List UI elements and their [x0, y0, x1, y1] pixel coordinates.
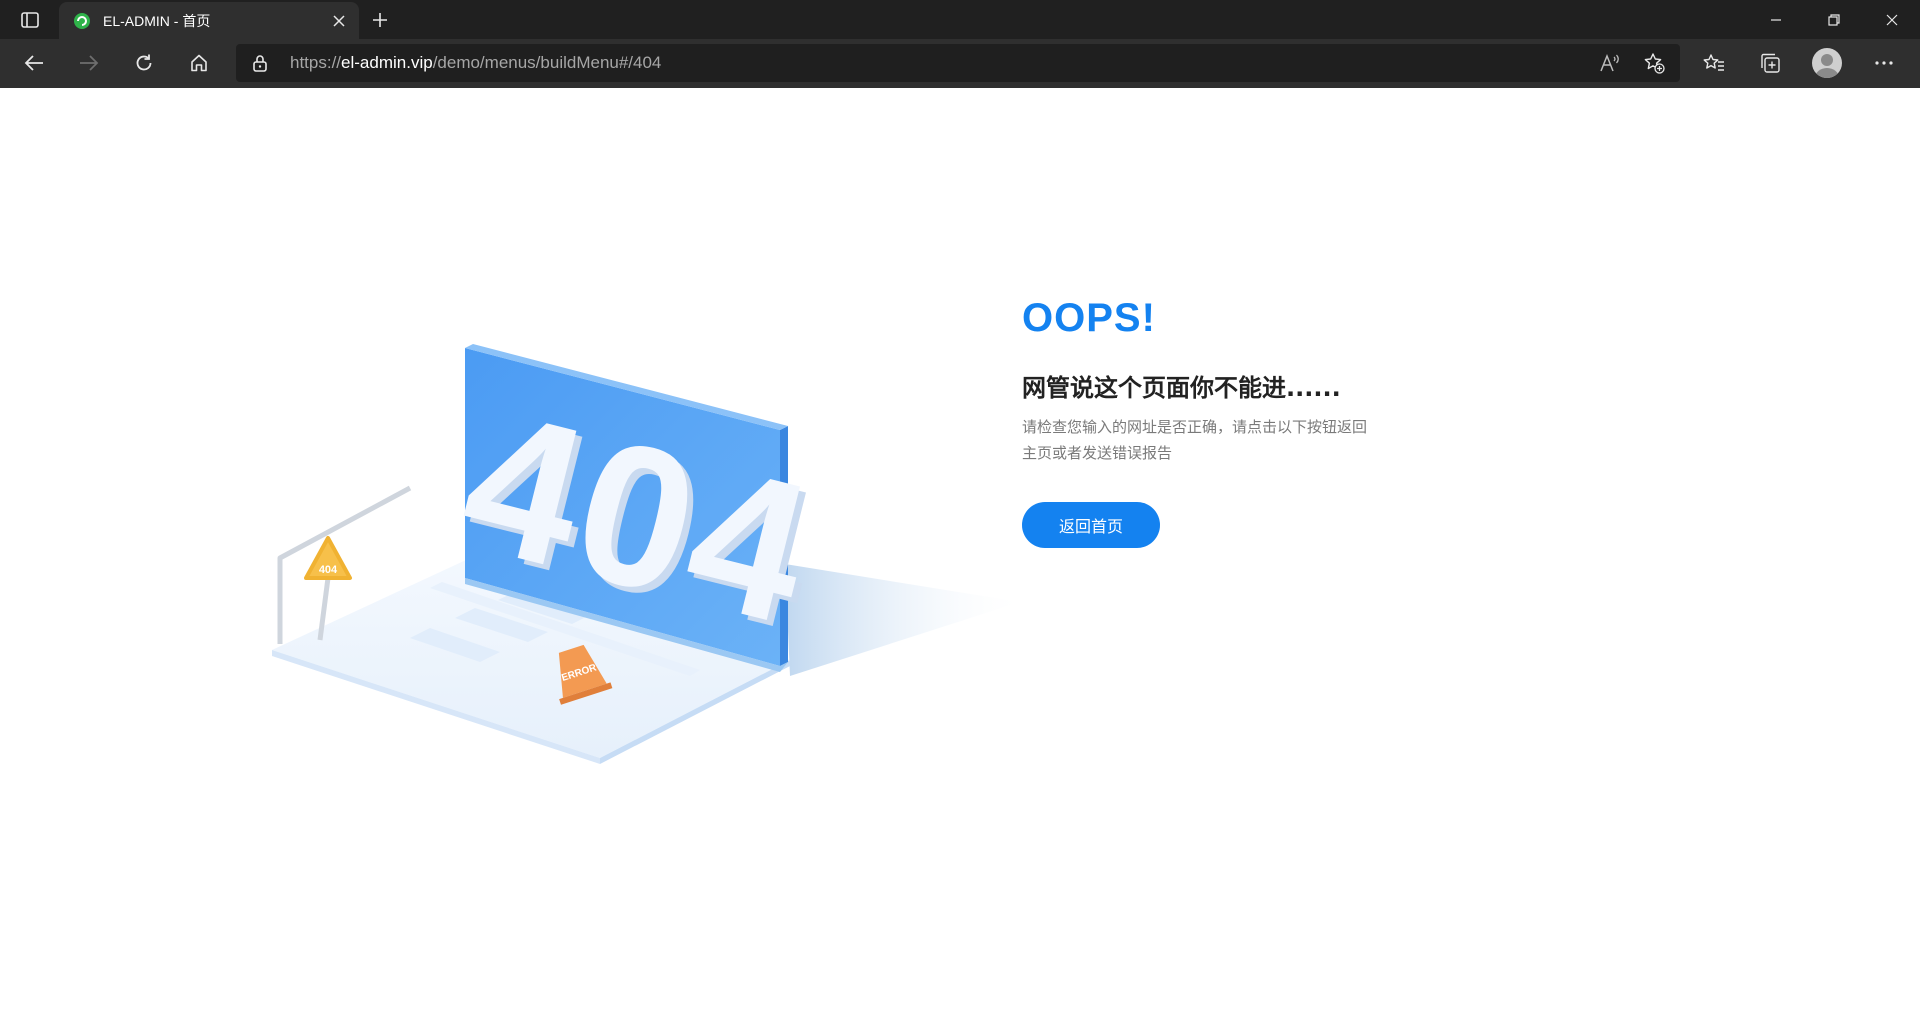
forward-arrow-icon: [80, 55, 99, 71]
tab-title: EL-ADMIN - 首页: [103, 12, 211, 29]
url-host: el-admin.vip: [341, 53, 433, 72]
el-admin-logo-icon: [74, 12, 90, 29]
forward-button[interactable]: [71, 47, 107, 79]
tab-close-button[interactable]: [329, 11, 349, 31]
collections-button[interactable]: [1752, 47, 1788, 79]
back-button[interactable]: [16, 47, 52, 79]
new-tab-button[interactable]: [366, 7, 394, 33]
browser-navbar: https://el-admin.vip/demo/menus/buildMen…: [0, 39, 1920, 88]
error-headline: 网管说这个页面你不能进......: [1022, 374, 1341, 402]
more-icon: [1875, 61, 1893, 65]
more-button[interactable]: [1866, 47, 1902, 79]
tab-actions-button[interactable]: [14, 8, 46, 32]
read-aloud-icon: [1600, 53, 1619, 72]
restore-button[interactable]: [1806, 0, 1862, 39]
light-beam: [785, 564, 1020, 676]
add-favorite-button[interactable]: [1640, 51, 1668, 75]
favorites-icon: [1703, 54, 1724, 71]
collections-icon: [1761, 53, 1780, 73]
back-arrow-icon: [24, 55, 43, 71]
error-info: 请检查您输入的网址是否正确，请点击以下按钮返回 主页或者发送错误报告: [1022, 414, 1402, 466]
add-favorite-icon: [1644, 53, 1665, 74]
browser-titlebar: EL-ADMIN - 首页: [0, 0, 1920, 39]
page-title: OOPS!: [1022, 296, 1156, 340]
plus-icon: [373, 13, 387, 27]
404-illustration: 404 404 404 ERROR: [272, 344, 1020, 764]
profile-button[interactable]: [1812, 48, 1842, 78]
window-close-button[interactable]: [1864, 0, 1920, 39]
home-icon: [191, 54, 207, 72]
restore-icon: [1828, 13, 1840, 26]
error-info-line: 主页或者发送错误报告: [1022, 444, 1173, 462]
error-info-line: 请检查您输入的网址是否正确，请点击以下按钮返回: [1022, 418, 1368, 436]
back-home-button[interactable]: 返回首页: [1022, 502, 1160, 548]
browser-tab-active[interactable]: EL-ADMIN - 首页: [59, 2, 359, 39]
page-content: 404 404 404 ERROR OOPS! 网管说这个页面你不能进.....…: [0, 88, 1920, 1030]
minimize-button[interactable]: [1748, 0, 1804, 39]
address-url[interactable]: https://el-admin.vip/demo/menus/buildMen…: [290, 53, 661, 73]
refresh-button[interactable]: [126, 47, 162, 79]
favorites-button[interactable]: [1696, 47, 1732, 79]
home-button[interactable]: [181, 47, 217, 79]
lock-icon: [253, 55, 267, 72]
refresh-icon: [136, 54, 152, 71]
window-close-icon: [1886, 14, 1898, 25]
url-scheme: https://: [290, 53, 342, 72]
read-aloud-button[interactable]: [1596, 51, 1624, 75]
minimize-icon: [1771, 18, 1781, 21]
warning-sign: 404: [304, 536, 352, 580]
url-path: /demo/menus/buildMenu#/404: [432, 53, 662, 72]
address-bar[interactable]: https://el-admin.vip/demo/menus/buildMen…: [236, 44, 1680, 82]
profile-icon: [1815, 54, 1839, 78]
close-icon: [333, 15, 345, 27]
sign-label: 404: [319, 564, 338, 576]
tab-actions-icon: [21, 12, 39, 28]
